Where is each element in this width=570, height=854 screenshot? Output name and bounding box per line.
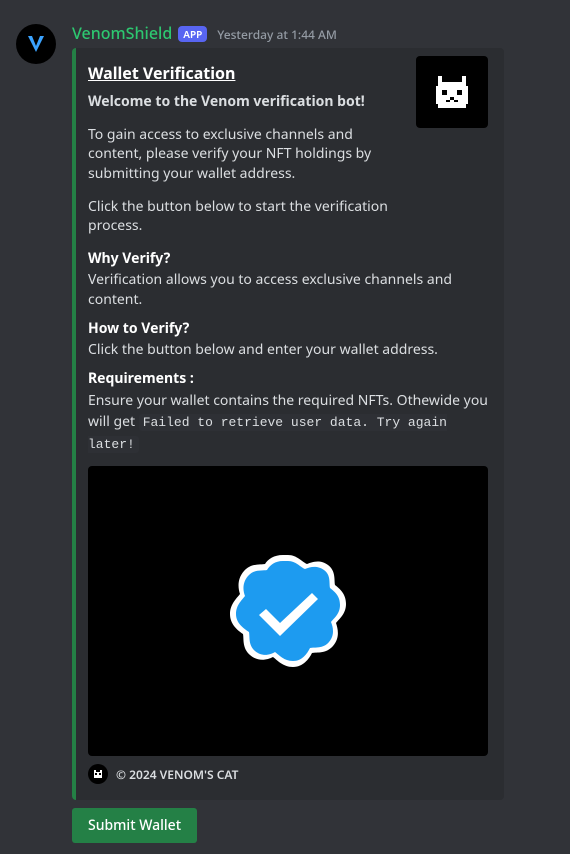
username[interactable]: VenomShield <box>72 22 172 44</box>
venom-logo-icon <box>24 32 48 56</box>
embed-subtitle: Welcome to the Venom verification bot! <box>88 92 388 111</box>
bot-avatar[interactable] <box>16 24 56 64</box>
field-why-value: Verification allows you to access exclus… <box>88 270 488 309</box>
message-content: VenomShield APP Yesterday at 1:44 AM <box>72 22 554 843</box>
submit-wallet-button[interactable]: Submit Wallet <box>72 808 197 843</box>
footer-icon <box>88 764 108 784</box>
field-req-value: Ensure your wallet contains the required… <box>88 390 488 454</box>
footer-text: © 2024 VENOM'S CAT <box>116 766 239 783</box>
embed-card: Wallet Verification Welcome to the Venom… <box>72 48 504 800</box>
field-req-title: Requirements : <box>88 369 488 388</box>
embed-thumbnail[interactable] <box>416 56 488 128</box>
embed-image[interactable] <box>88 466 488 756</box>
verified-badge-icon <box>223 546 353 676</box>
timestamp: Yesterday at 1:44 AM <box>217 26 337 43</box>
req-code: Failed to retrieve user data. Try again … <box>88 414 447 453</box>
embed-description-1: To gain access to exclusive channels and… <box>88 125 388 183</box>
message-header: VenomShield APP Yesterday at 1:44 AM <box>72 22 554 44</box>
message-container: VenomShield APP Yesterday at 1:44 AM <box>0 20 570 843</box>
field-how-title: How to Verify? <box>88 319 488 338</box>
embed-title[interactable]: Wallet Verification <box>88 62 388 84</box>
cat-pixel-icon <box>430 70 474 114</box>
embed-footer: © 2024 VENOM'S CAT <box>88 764 488 784</box>
button-row: Submit Wallet <box>72 808 554 843</box>
field-how-value: Click the button below and enter your wa… <box>88 340 488 359</box>
app-badge: APP <box>178 26 207 42</box>
cat-small-icon <box>92 768 104 780</box>
embed-description-2: Click the button below to start the veri… <box>88 197 388 236</box>
field-why-title: Why Verify? <box>88 249 488 268</box>
